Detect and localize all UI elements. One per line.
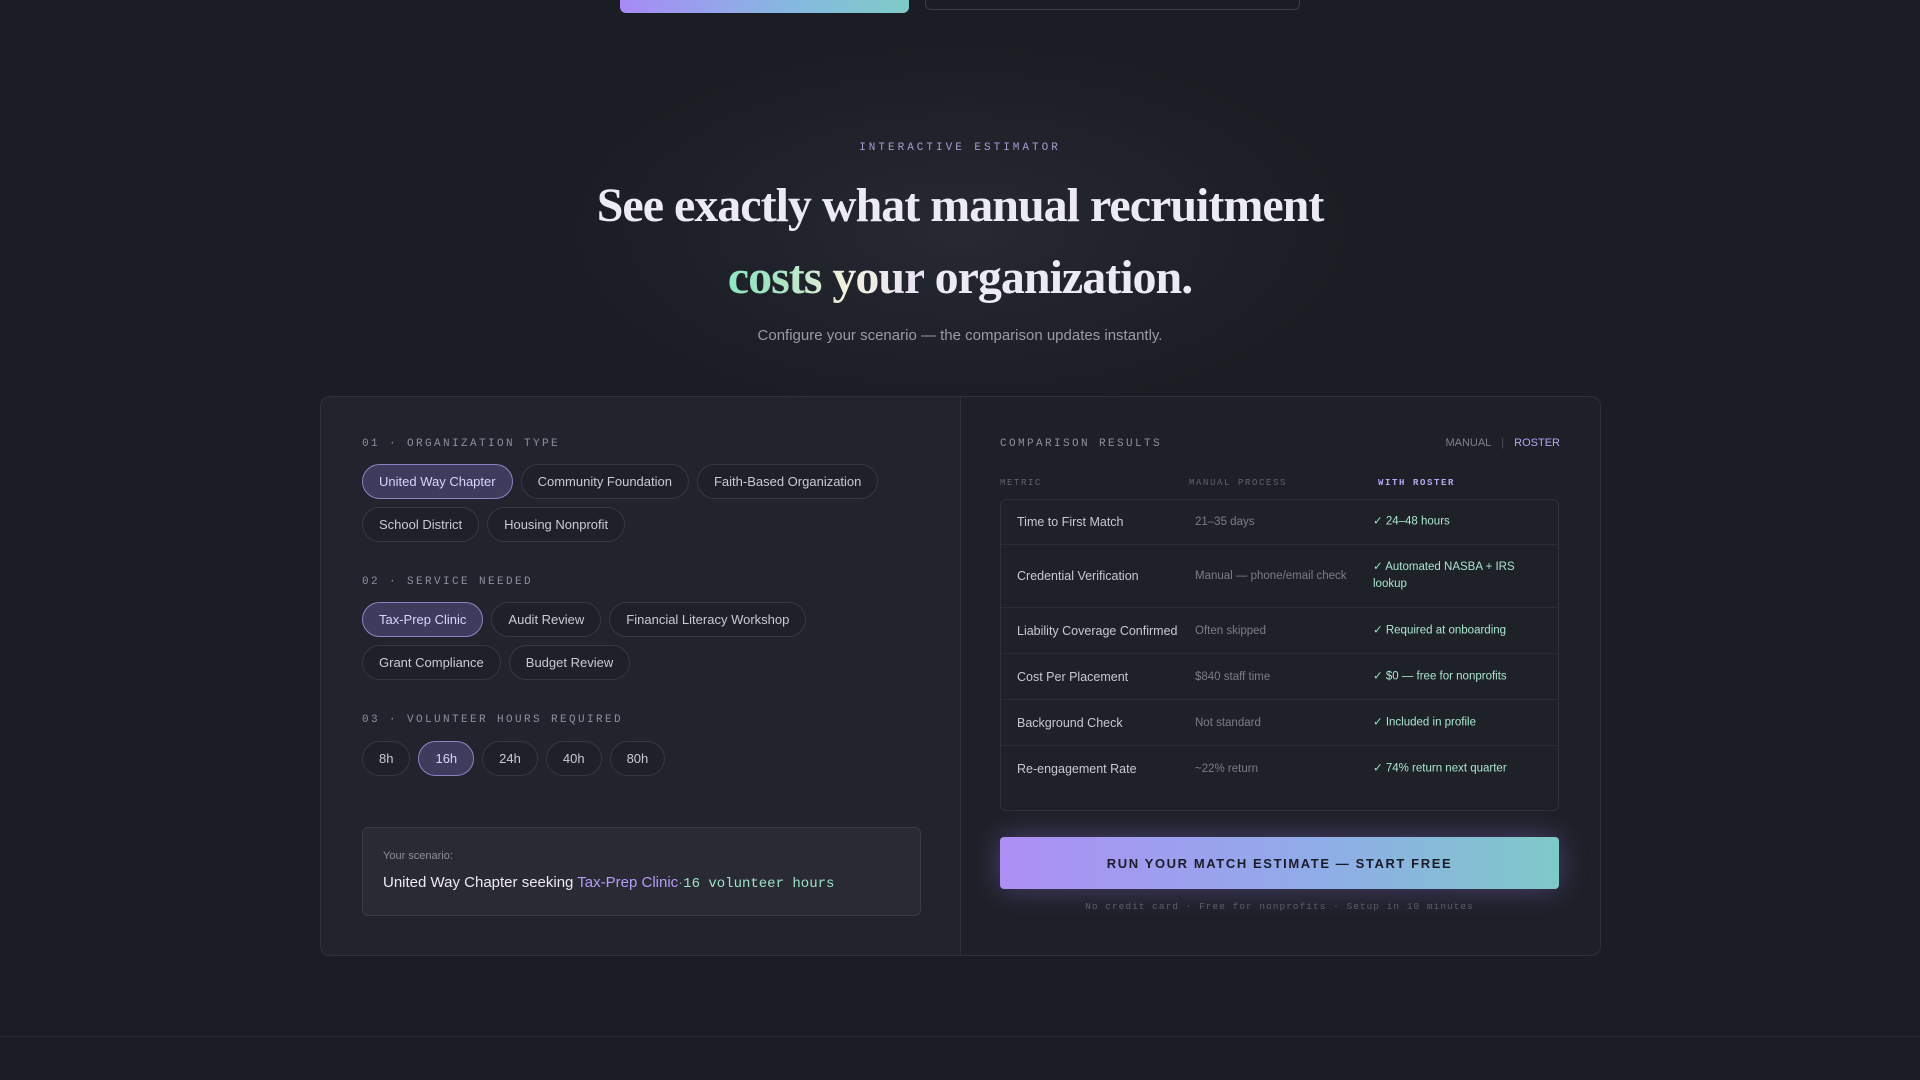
row-metric: Background Check	[1017, 715, 1123, 730]
chip-service-tax-prep[interactable]: Tax-Prep Clinic	[362, 602, 484, 637]
chip-service-audit-review[interactable]: Audit Review	[491, 602, 602, 637]
run-estimate-button[interactable]: RUN YOUR MATCH ESTIMATE — START FREE	[1000, 837, 1559, 889]
headline-accent: costs your	[727, 251, 925, 304]
table-row: Liability Coverage Confirmed Often skipp…	[1001, 608, 1558, 654]
scenario-service: Tax-Prep Clinic	[577, 874, 679, 891]
header-manual: MANUAL PROCESS	[1189, 478, 1288, 488]
section-headline: See exactly what manual recruitment cost…	[0, 170, 1920, 314]
scenario-hours: 16 volunteer hours	[683, 876, 835, 892]
table-row: Credential Verification Manual — phone/e…	[1001, 545, 1558, 608]
check-icon: ✓	[1373, 670, 1383, 682]
configuration-column: 01 · ORGANIZATION TYPE United Way Chapte…	[321, 397, 961, 955]
toggle-manual[interactable]: MANUAL	[1445, 437, 1491, 449]
check-icon: ✓	[1373, 561, 1383, 573]
section-eyebrow: INTERACTIVE ESTIMATOR	[859, 142, 1061, 154]
check-icon: ✓	[1373, 762, 1383, 775]
chip-service-budget-review[interactable]: Budget Review	[508, 645, 631, 680]
scenario-label: Your scenario:	[383, 850, 453, 862]
comparison-table: Time to First Match 21–35 days ✓ 24–48 h…	[1000, 499, 1559, 811]
scenario-line: United Way Chapter seeking Tax-Prep Clin…	[383, 874, 900, 892]
org-type-label: 01 · ORGANIZATION TYPE	[362, 438, 561, 450]
check-icon: ✓	[1373, 624, 1383, 636]
scenario-summary: Your scenario: United Way Chapter seekin…	[362, 827, 921, 916]
chip-org-faith-based[interactable]: Faith-Based Organization	[696, 464, 879, 499]
chip-org-housing-nonprofit[interactable]: Housing Nonprofit	[487, 507, 626, 542]
row-manual: ~22% return	[1195, 763, 1258, 775]
row-roster: ✓ Automated NASBA + IRS lookup	[1373, 561, 1515, 590]
section-divider	[0, 1036, 1920, 1037]
headline-rest: organization.	[934, 251, 1194, 304]
row-manual: Manual — phone/email check	[1195, 570, 1347, 582]
toggle-roster[interactable]: ROSTER	[1514, 437, 1560, 449]
chip-hours-40[interactable]: 40h	[545, 741, 602, 776]
service-needed-label: 02 · SERVICE NEEDED	[362, 576, 534, 588]
row-manual: Not standard	[1195, 716, 1261, 729]
headline-line-1: See exactly what manual recruitment	[596, 179, 1325, 232]
row-manual: 21–35 days	[1195, 516, 1255, 528]
row-roster: ✓ 24–48 hours	[1373, 515, 1450, 528]
org-type-chips: United Way Chapter Community Foundation …	[362, 464, 922, 542]
table-row: Background Check Not standard ✓ Included…	[1001, 700, 1558, 746]
hours-chips: 8h 16h 24h 40h 80h	[362, 741, 922, 776]
service-chips: Tax-Prep Clinic Audit Review Financial L…	[362, 602, 922, 680]
volunteer-hours-label: 03 · VOLUNTEER HOURS REQUIRED	[362, 714, 624, 726]
table-row: Re-engagement Rate ~22% return ✓ 74% ret…	[1001, 746, 1558, 792]
top-primary-button[interactable]	[620, 0, 909, 13]
table-row: Cost Per Placement $840 staff time ✓ $0 …	[1001, 654, 1558, 700]
header-metric: METRIC	[1000, 478, 1043, 488]
chip-hours-80[interactable]: 80h	[609, 741, 666, 776]
chip-service-grant-compliance[interactable]: Grant Compliance	[362, 645, 501, 680]
chip-service-financial-literacy[interactable]: Financial Literacy Workshop	[609, 602, 807, 637]
view-toggle: MANUAL | ROSTER	[1445, 437, 1560, 449]
chip-org-school-district[interactable]: School District	[362, 507, 480, 542]
chip-hours-8[interactable]: 8h	[362, 741, 411, 776]
row-metric: Liability Coverage Confirmed	[1017, 623, 1178, 638]
row-manual: $840 staff time	[1195, 670, 1271, 683]
results-title: COMPARISON RESULTS	[1000, 438, 1163, 450]
cta-fine-print: No credit card · Free for nonprofits · S…	[1085, 901, 1474, 912]
results-column: COMPARISON RESULTS MANUAL | ROSTER METRI…	[962, 397, 1600, 955]
row-roster: ✓ $0 — free for nonprofits	[1373, 670, 1507, 682]
row-metric: Re-engagement Rate	[1017, 762, 1137, 776]
toggle-separator: |	[1501, 437, 1505, 449]
row-metric: Credential Verification	[1017, 569, 1139, 583]
check-icon: ✓	[1373, 716, 1383, 728]
table-row: Time to First Match 21–35 days ✓ 24–48 h…	[1001, 500, 1558, 545]
row-roster: ✓ 74% return next quarter	[1373, 762, 1507, 775]
chip-hours-16[interactable]: 16h	[418, 741, 475, 776]
chip-org-united-way[interactable]: United Way Chapter	[362, 464, 513, 499]
row-metric: Time to First Match	[1017, 515, 1124, 529]
row-metric: Cost Per Placement	[1017, 669, 1129, 684]
header-roster: WITH ROSTER	[1378, 478, 1456, 488]
scenario-seeking: seeking	[521, 874, 574, 891]
row-manual: Often skipped	[1195, 624, 1266, 637]
check-icon: ✓	[1373, 515, 1383, 528]
chip-org-community-foundation[interactable]: Community Foundation	[520, 464, 689, 499]
chip-hours-24[interactable]: 24h	[482, 741, 538, 776]
scenario-org: United Way Chapter	[383, 874, 518, 891]
top-secondary-button[interactable]	[925, 0, 1300, 10]
estimator-panel: 01 · ORGANIZATION TYPE United Way Chapte…	[320, 396, 1601, 956]
row-roster: ✓ Required at onboarding	[1373, 624, 1507, 636]
row-roster: ✓ Included in profile	[1373, 716, 1476, 728]
section-subhead: Configure your scenario — the comparison…	[757, 327, 1163, 344]
